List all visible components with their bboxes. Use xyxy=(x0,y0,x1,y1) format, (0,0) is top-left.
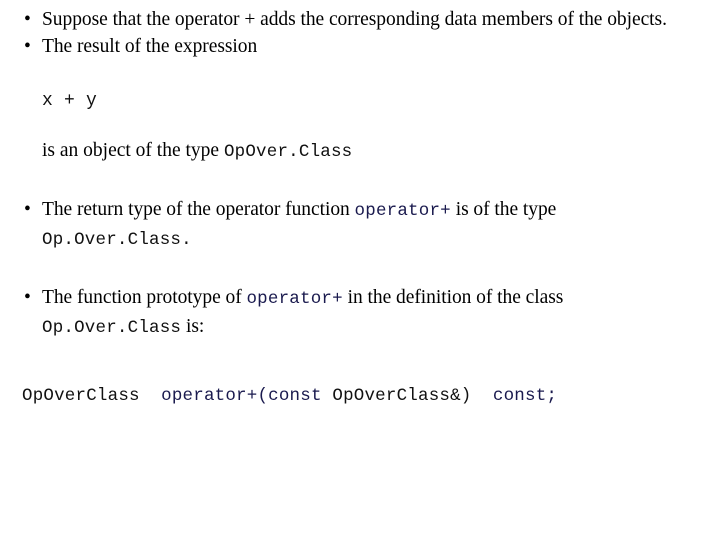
slide-canvas: • Suppose that the operator + adds the c… xyxy=(0,0,720,540)
type-description-prefix: is an object of the type xyxy=(42,140,224,161)
bullet-4-prefix: The function prototype of xyxy=(42,287,247,308)
expression-code-line: x + y xyxy=(0,86,712,115)
prototype-function-name: operator+(const xyxy=(161,386,322,406)
bullet-item-4: • The function prototype of operator+ in… xyxy=(0,284,712,342)
prototype-const-qualifier: const; xyxy=(492,386,558,406)
bullet-marker-icon: • xyxy=(24,199,31,220)
bullet-3-code-2: Op.Over.Class xyxy=(42,230,182,250)
bullet-3-suffix: . xyxy=(181,230,192,250)
bullet-3-code: operator+ xyxy=(354,201,451,221)
bullet-4-code-2: Op.Over.Class xyxy=(42,318,182,338)
bullet-3-middle: is of the type xyxy=(450,199,557,220)
bullet-marker-icon: • xyxy=(24,287,31,308)
type-description-code: OpOver.Class xyxy=(223,142,353,162)
prototype-code-line: OpOverClass operator+(const OpOverClass&… xyxy=(0,386,712,406)
bullet-3-prefix: The return type of the operator function xyxy=(42,199,355,220)
bullet-4-suffix: is: xyxy=(181,316,205,337)
prototype-param-type: OpOverClass&) xyxy=(332,386,472,406)
bullet-item-2: • The result of the expression xyxy=(0,33,712,60)
prototype-return-type: OpOverClass xyxy=(22,386,140,406)
bullet-1-text: Suppose that the operator + adds the cor… xyxy=(42,9,667,30)
bullet-marker-icon: • xyxy=(24,9,31,30)
type-description-line: is an object of the type OpOver.Class xyxy=(0,137,712,166)
bullet-2-text: The result of the expression xyxy=(42,36,258,57)
bullet-4-middle: in the definition of the class xyxy=(342,287,564,308)
bullet-marker-icon: • xyxy=(24,36,31,57)
bullet-item-3: • The return type of the operator functi… xyxy=(0,196,712,254)
bullet-4-code: operator+ xyxy=(246,289,343,309)
expression-code: x + y xyxy=(42,91,98,111)
bullet-item-1: • Suppose that the operator + adds the c… xyxy=(0,6,712,33)
